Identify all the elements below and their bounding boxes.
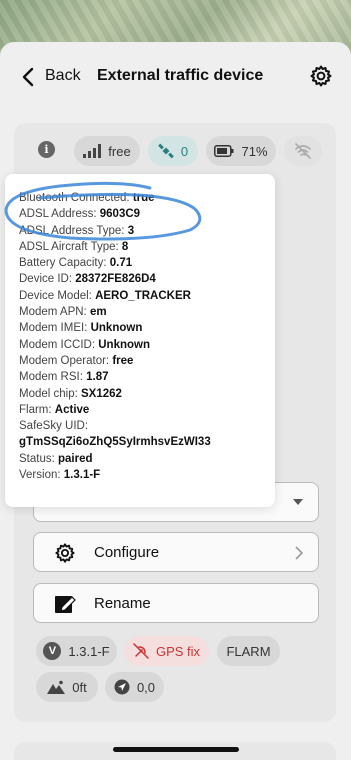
version-value: 1.3.1-F: [68, 643, 110, 659]
network-operator: free: [108, 143, 131, 159]
altitude-chip: 0ft: [36, 672, 98, 702]
network-chip: free: [74, 136, 140, 166]
flarm-label: FLARM: [226, 643, 271, 659]
home-indicator: [113, 747, 239, 752]
gps-chip: GPS fix: [124, 636, 209, 666]
gear-icon: [55, 543, 75, 563]
satellite-icon: [158, 143, 174, 159]
version-chip: V 1.3.1-F: [36, 636, 117, 666]
back-button[interactable]: Back: [45, 67, 81, 85]
detail-row: Modem ICCID: Unknown: [19, 338, 150, 351]
wifi-chip: [284, 136, 322, 166]
info-icon[interactable]: i: [38, 141, 55, 158]
detail-row: Model chip: SX1262: [19, 387, 122, 400]
gps-off-icon: [133, 643, 149, 659]
detail-row: Flarm: Active: [19, 403, 90, 416]
detail-row: Modem IMEI: Unknown: [19, 322, 143, 335]
satellite-count: 0: [180, 143, 189, 159]
satellites-chip: 0: [148, 136, 198, 166]
gear-icon[interactable]: [309, 64, 333, 88]
battery-level: 71%: [241, 143, 268, 159]
navigation-arrow-icon: [114, 679, 130, 695]
altitude-value: 0ft: [72, 679, 87, 695]
detail-row: Device ID: 28372FE826D4: [19, 273, 156, 286]
battery-chip: 71%: [206, 136, 276, 166]
configure-label: Configure: [94, 544, 160, 561]
header: Back External traffic device: [0, 58, 351, 96]
detail-row: Device Model: AERO_TRACKER: [19, 289, 191, 302]
detail-row: Modem Operator: free: [19, 354, 134, 367]
page-title: External traffic device: [97, 67, 264, 84]
rename-button[interactable]: Rename: [33, 583, 319, 623]
heading-value: 0,0: [136, 679, 156, 695]
detail-row: Modem RSI: 1.87: [19, 371, 109, 384]
configure-button[interactable]: Configure: [33, 532, 319, 572]
detail-row: Battery Capacity: 0.71: [19, 257, 133, 270]
gps-status: GPS fix: [155, 643, 201, 659]
detail-row: gTmSSqZi6oZhQ5SyIrmhsvEzWI33: [19, 436, 211, 449]
mountain-icon: [47, 680, 66, 694]
detail-row: ADSL Address: 9603C9: [19, 208, 141, 221]
wifi-off-icon: [295, 143, 311, 159]
detail-row: ADSL Address Type: 3: [19, 224, 135, 237]
heading-chip: 0,0: [105, 672, 164, 702]
edit-icon: [55, 596, 76, 613]
detail-row: Status: paired: [19, 452, 93, 465]
chevron-left-icon[interactable]: [20, 66, 38, 88]
detail-row: ADSL Aircraft Type: 8: [19, 240, 129, 253]
chevron-right-icon: [295, 546, 304, 560]
chevron-down-icon: [293, 499, 303, 505]
rename-label: Rename: [94, 595, 151, 612]
battery-icon: [214, 145, 234, 157]
detail-row: Modem APN: em: [19, 306, 107, 319]
detail-row: SafeSky UID:: [19, 420, 89, 433]
version-icon: V: [43, 642, 62, 660]
signal-bars-icon: [83, 144, 102, 158]
flarm-chip: FLARM: [217, 636, 280, 666]
device-details-popup: Bluetooth Connected: true ADSL Address: …: [5, 174, 275, 507]
detail-row: Version: 1.3.1-F: [19, 469, 101, 482]
detail-row: Bluetooth Connected: true: [19, 192, 155, 204]
